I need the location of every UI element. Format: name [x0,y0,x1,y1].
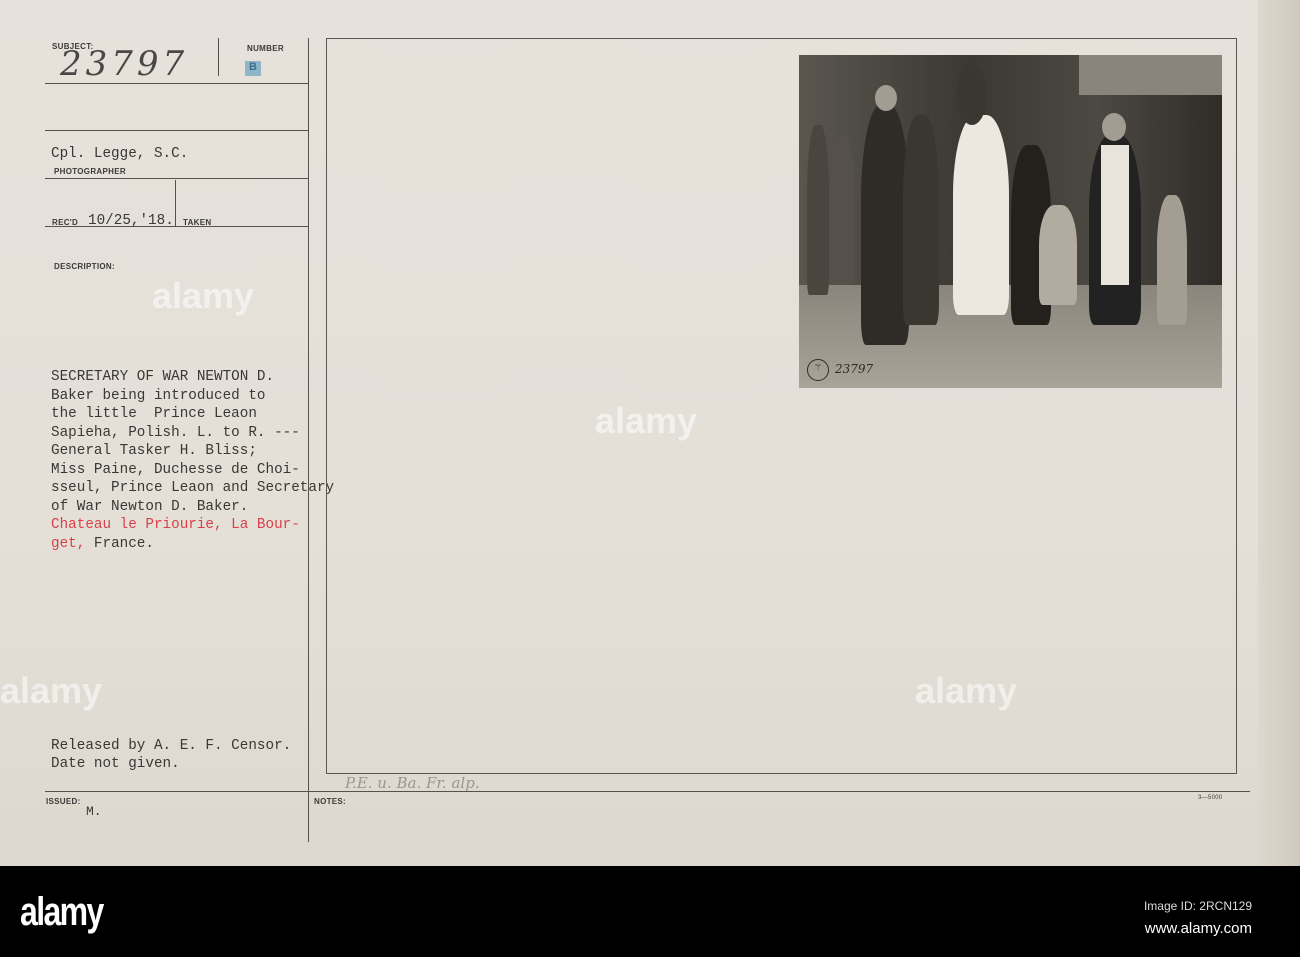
description-line: sseul, Prince Leaon and Secretary [51,480,335,496]
figure-child [1157,195,1187,325]
notes-label: NOTES: [314,797,347,806]
photo-number: 23797 [835,362,874,376]
shirt [1101,145,1129,285]
location-line: Chateau le Priourie, La Bour- [51,517,300,533]
release-line: Date not given. [51,756,180,772]
issued-label: ISSUED: [46,797,81,806]
figure [829,135,855,285]
number-stamp: B [245,61,261,76]
divider [45,178,308,179]
watermark: alamy [0,670,103,711]
photographer-value: Cpl. Legge, S.C. [51,146,189,162]
location-text: get, [51,535,86,552]
location-country: France. [85,535,154,552]
archival-photo-card: SUBJECT: 23797 NUMBER B Cpl. Legge, S.C.… [0,0,1300,866]
figure-miss-paine [953,115,1009,315]
divider [45,83,308,84]
signal-corps-stamp-icon: ⚚ [807,359,829,381]
release-line: Released by A. E. F. Censor. [51,738,292,754]
description-line: General Tasker H. Bliss; [51,443,257,459]
description-line: Sapieha, Polish. L. to R. --- [51,424,300,441]
watermark: alamy [595,400,698,441]
divider [45,226,308,227]
figure [903,115,939,325]
head [1102,113,1126,141]
figure-prince-leaon [1039,205,1077,305]
subject-value: 23797 [60,44,189,84]
form-code: 3—5000 [1198,795,1223,801]
handwritten-note: P.E. u. Ba. Fr. alp. [345,774,480,792]
divider [175,180,176,226]
description-label: DESCRIPTION: [54,262,115,271]
description-line: the little Prince Leaon [51,406,257,422]
description-line: Baker being introduced to [51,387,266,404]
divider [45,130,308,131]
figure [807,125,829,295]
watermark: alamy [152,275,255,316]
description-text: SECRETARY OF WAR NEWTON D. Baker being i… [51,368,334,553]
head [875,85,897,111]
image-id: Image ID: 2RCN129 [1143,899,1252,913]
card-edge [1258,0,1300,866]
hair [957,65,987,125]
divider [45,791,1250,792]
description-line: of War Newton D. Baker. [51,498,249,515]
location-line: get, France. [51,535,334,554]
watermark: alamy [915,670,1018,711]
recd-value: 10/25,'18. [88,213,174,229]
description-line: Miss Paine, Duchesse de Choi- [51,461,300,478]
alamy-url[interactable]: www.alamy.com [1145,920,1252,937]
figure-general-bliss [861,105,909,345]
issued-value: M. [86,804,102,819]
column-divider [308,38,309,842]
photographer-label: PHOTOGRAPHER [54,167,126,176]
photograph: ⚚ 23797 [799,55,1222,388]
divider [218,38,219,76]
building-window [1079,55,1222,95]
alamy-footer-bar: alamy Image ID: 2RCN129 www.alamy.com [0,866,1300,957]
alamy-logo: alamy [20,890,104,934]
number-label: NUMBER [247,44,284,53]
description-line: SECRETARY OF WAR NEWTON D. [51,369,275,385]
release-text: Released by A. E. F. Censor. Date not gi… [51,737,291,773]
